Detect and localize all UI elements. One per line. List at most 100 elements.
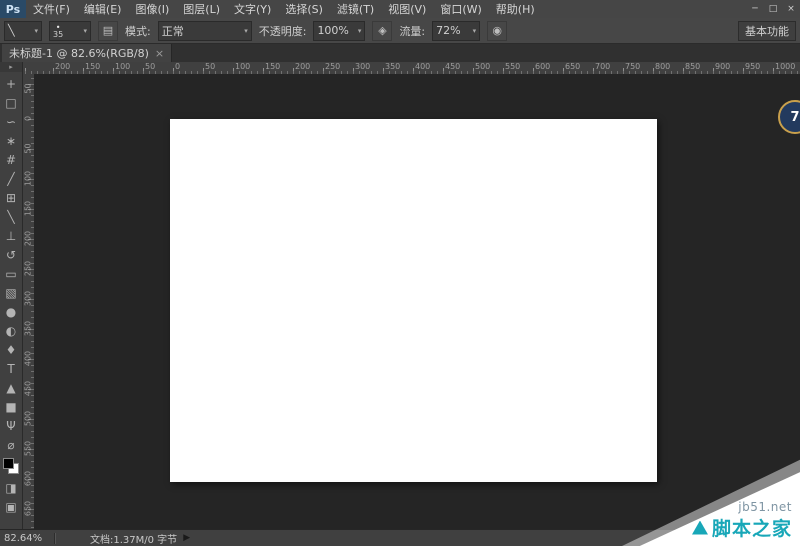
document-tab[interactable]: 未标题-1 @ 82.6%(RGB/8) × [2,44,172,62]
ruler-tick-label: 1000 [775,62,795,71]
brush-tip-preview: • 35 [53,24,63,38]
toolbar-extras: ◨▣ [1,478,21,516]
crop-tool-icon[interactable]: # [1,150,21,169]
ruler-tick-label: 400 [415,62,430,71]
toggle-brush-panel-button[interactable]: ▤ [98,21,118,41]
foreground-color-swatch[interactable] [3,458,14,469]
flow-field[interactable]: 72% ▾ [432,21,480,41]
eraser-tool-icon[interactable]: ▭ [1,264,21,283]
status-options-arrow-icon[interactable]: ▶ [183,533,190,543]
menu-select[interactable]: 选择(S) [278,0,330,18]
ruler-tick-label: 750 [625,62,640,71]
brush-tool-icon[interactable]: ╲ [1,207,21,226]
clone-stamp-tool-icon[interactable]: ⊥ [1,226,21,245]
blend-mode-select[interactable]: 正常 ▾ [158,21,252,41]
menu-image[interactable]: 图像(I) [128,0,176,18]
menu-edit[interactable]: 编辑(E) [77,0,129,18]
zoom-level-field[interactable]: 82.64% [4,533,48,544]
tab-close-icon[interactable]: × [155,47,164,60]
ruler-tick-label: 400 [23,349,34,369]
menu-window[interactable]: 窗口(W) [433,0,488,18]
brush-size-value: 35 [53,31,63,38]
chevron-down-icon: ▾ [34,27,38,35]
ruler-tick-label: 550 [23,439,34,459]
ruler-tick-label: 100 [115,62,130,71]
tool-list: +□∽∗#╱⊞╲⊥↺▭▧●◐♦T▲■Ψ⌀ [1,74,21,454]
menu-help[interactable]: 帮助(H) [489,0,542,18]
document-canvas[interactable] [170,119,657,482]
ruler-tick-label: 200 [23,229,34,249]
chevron-down-icon: ▾ [83,27,87,35]
tool-preset-picker[interactable]: ╲ ▾ [4,21,42,41]
eyedropper-tool-icon[interactable]: ╱ [1,169,21,188]
document-tab-title: 未标题-1 @ 82.6%(RGB/8) [9,45,149,61]
ruler-tick-label: 300 [23,289,34,309]
document-tab-bar: 未标题-1 @ 82.6%(RGB/8) × [0,44,800,63]
ruler-tick-label: 150 [265,62,280,71]
ruler-tick-label: 650 [23,499,34,519]
pressure-opacity-button[interactable]: ◈ [372,21,392,41]
ruler-tick-label: 50 [205,62,215,71]
quick-mask-button[interactable]: ◨ [1,478,21,497]
lasso-tool-icon[interactable]: ∽ [1,112,21,131]
history-brush-tool-icon[interactable]: ↺ [1,245,21,264]
maximize-button[interactable]: □ [764,0,782,18]
ruler-tick-label: 500 [475,62,490,71]
ruler-tick-label: 300 [355,62,370,71]
zoom-tool-icon[interactable]: ⌀ [1,435,21,454]
ruler-tick-label: 100 [23,169,34,189]
tool-bar: ▸ +□∽∗#╱⊞╲⊥↺▭▧●◐♦T▲■Ψ⌀ ◨▣ [0,62,23,529]
brush-size-picker[interactable]: • 35 ▾ [49,21,91,41]
dodge-tool-icon[interactable]: ◐ [1,321,21,340]
opacity-label: 不透明度: [259,23,307,39]
ruler-tick-label: 600 [535,62,550,71]
watermark-site-name: 脚本之家 [712,514,792,541]
marquee-tool-icon[interactable]: □ [1,93,21,112]
opacity-field[interactable]: 100% ▾ [313,21,365,41]
badge-number: 7 [790,110,799,125]
path-selection-tool-icon[interactable]: ▲ [1,378,21,397]
airbrush-button[interactable]: ◉ [487,21,507,41]
close-button[interactable]: × [782,0,800,18]
watermark-content: jb51.net 脚本之家 [692,500,792,541]
blend-mode-value: 正常 [162,23,184,39]
hand-tool-icon[interactable]: Ψ [1,416,21,435]
move-tool-icon[interactable]: + [1,74,21,93]
menu-type[interactable]: 文字(Y) [227,0,278,18]
chevron-down-icon: ▾ [358,27,362,35]
options-bar: ╲ ▾ • 35 ▾ ▤ 模式: 正常 ▾ 不透明度: 100% ▾ ◈ 流量:… [0,18,800,44]
ruler-tick-label: 200 [295,62,310,71]
menu-bar: Ps 文件(F)编辑(E)图像(I)图层(L)文字(Y)选择(S)滤镜(T)视图… [0,0,800,19]
minimize-button[interactable]: ─ [746,0,764,18]
brush-preset-icon: ╲ [8,24,15,37]
shape-tool-icon[interactable]: ■ [1,397,21,416]
workspace-switcher-button[interactable]: 基本功能 [738,21,796,41]
mode-label: 模式: [125,23,151,39]
pen-tool-icon[interactable]: ♦ [1,340,21,359]
jb51-logo-icon [692,521,708,535]
screen-mode-button[interactable]: ▣ [1,497,21,516]
photoshop-logo-icon: Ps [0,0,26,18]
ruler-tick-label: 900 [715,62,730,71]
ruler-tick-label: 350 [385,62,400,71]
magic-wand-tool-icon[interactable]: ∗ [1,131,21,150]
color-swatches[interactable] [3,458,19,474]
ruler-tick-label: 450 [445,62,460,71]
ruler-tick-label: 550 [505,62,520,71]
type-tool-icon[interactable]: T [1,359,21,378]
menu-filter[interactable]: 滤镜(T) [330,0,381,18]
ruler-tick-label: 850 [685,62,700,71]
ruler-tick-label: 500 [23,409,34,429]
healing-brush-tool-icon[interactable]: ⊞ [1,188,21,207]
ruler-tick-label: 50 [23,139,34,159]
blur-tool-icon[interactable]: ● [1,302,21,321]
menu-layer[interactable]: 图层(L) [176,0,227,18]
gradient-tool-icon[interactable]: ▧ [1,283,21,302]
menu-list: 文件(F)编辑(E)图像(I)图层(L)文字(Y)选择(S)滤镜(T)视图(V)… [26,0,542,18]
toolbar-collapse-button[interactable]: ▸ [0,62,22,72]
chevron-down-icon: ▾ [473,27,477,35]
menu-view[interactable]: 视图(V) [381,0,433,18]
menu-file[interactable]: 文件(F) [26,0,77,18]
window-controls: ─ □ × [746,0,800,18]
ruler-tick-label: 100 [235,62,250,71]
